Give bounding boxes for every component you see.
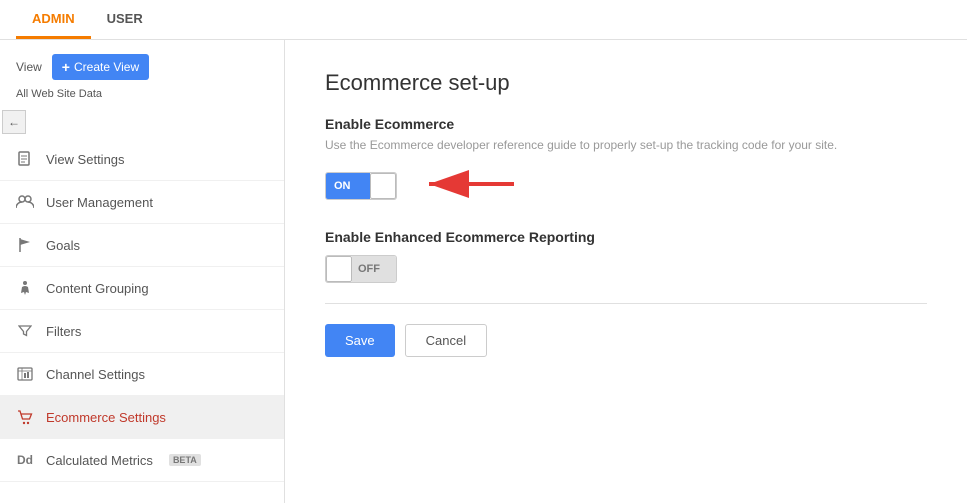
nav-user[interactable]: USER	[91, 1, 159, 39]
ecommerce-settings-label: Ecommerce Settings	[46, 410, 166, 425]
users-icon	[16, 193, 34, 211]
calculated-metrics-label: Calculated Metrics	[46, 453, 153, 468]
goals-label: Goals	[46, 238, 80, 253]
nav-filters[interactable]: Filters	[0, 310, 284, 353]
plus-icon: +	[62, 59, 70, 75]
view-settings-label: View Settings	[46, 152, 125, 167]
main-layout: View + Create View All Web Site Data ← V…	[0, 40, 967, 503]
nav-goals[interactable]: Goals	[0, 224, 284, 267]
filter-icon	[16, 322, 34, 340]
nav-admin[interactable]: ADMIN	[16, 1, 91, 39]
beta-badge: BETA	[169, 454, 201, 466]
channel-settings-label: Channel Settings	[46, 367, 145, 382]
sidebar: View + Create View All Web Site Data ← V…	[0, 40, 285, 503]
main-content: Ecommerce set-up Enable Ecommerce Use th…	[285, 40, 967, 503]
cancel-button[interactable]: Cancel	[405, 324, 487, 357]
enable-ecommerce-desc: Use the Ecommerce developer reference gu…	[325, 138, 927, 152]
action-buttons: Save Cancel	[325, 324, 927, 357]
user-management-label: User Management	[46, 195, 153, 210]
content-grouping-label: Content Grouping	[46, 281, 149, 296]
create-view-button[interactable]: + Create View	[52, 54, 149, 80]
sidebar-header: View + Create View	[0, 40, 284, 88]
file-icon	[16, 150, 34, 168]
enable-ecommerce-title: Enable Ecommerce	[325, 116, 927, 132]
cart-icon	[16, 408, 34, 426]
nav-view-settings[interactable]: View Settings	[0, 138, 284, 181]
enable-enhanced-title: Enable Enhanced Ecommerce Reporting	[325, 229, 927, 245]
toggle-thumb	[370, 173, 396, 199]
create-view-label: Create View	[74, 60, 139, 74]
figure-icon	[16, 279, 34, 297]
filters-label: Filters	[46, 324, 81, 339]
chart-icon	[16, 365, 34, 383]
back-button[interactable]: ←	[2, 110, 26, 134]
section-divider	[325, 303, 927, 304]
sidebar-subtitle: All Web Site Data	[0, 88, 284, 110]
flag-icon	[16, 236, 34, 254]
toggle-on-label: ON	[326, 173, 370, 199]
nav-calculated-metrics[interactable]: Dd Calculated Metrics BETA	[0, 439, 284, 482]
page-title: Ecommerce set-up	[325, 70, 927, 96]
nav-content-grouping[interactable]: Content Grouping	[0, 267, 284, 310]
ecommerce-toggle[interactable]: ON	[325, 172, 397, 200]
view-label: View	[16, 60, 42, 74]
toggle-off-label: OFF	[352, 256, 396, 282]
toggle-off-thumb	[326, 256, 352, 282]
save-button[interactable]: Save	[325, 324, 395, 357]
enhanced-toggle[interactable]: OFF	[325, 255, 397, 283]
nav-user-management[interactable]: User Management	[0, 181, 284, 224]
nav-ecommerce-settings[interactable]: Ecommerce Settings	[0, 396, 284, 439]
dd-icon: Dd	[16, 451, 34, 469]
top-nav: ADMIN USER	[0, 0, 967, 40]
red-arrow-indicator	[409, 166, 519, 205]
nav-channel-settings[interactable]: Channel Settings	[0, 353, 284, 396]
